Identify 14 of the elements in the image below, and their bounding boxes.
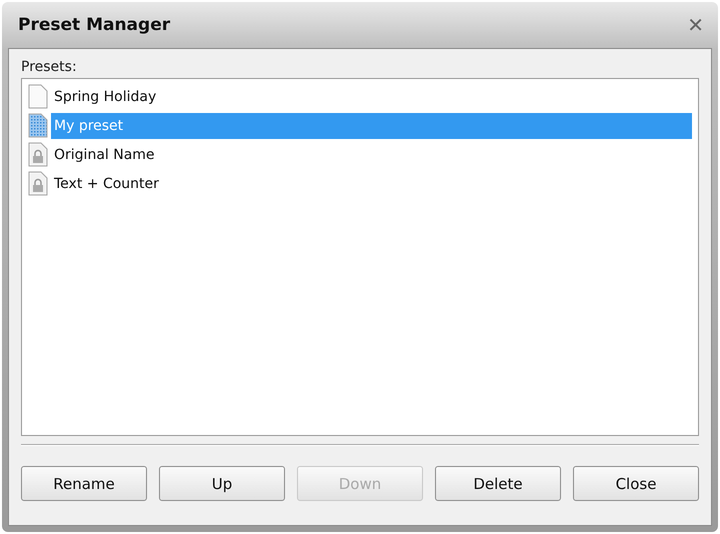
locked-document-icon <box>28 171 48 196</box>
presets-label: Presets: <box>21 59 77 75</box>
close-button[interactable]: ✕ <box>687 13 704 37</box>
dialog-button[interactable]: Close <box>573 466 699 501</box>
window-title: Preset Manager <box>18 15 170 35</box>
locked-document-icon <box>28 142 48 167</box>
document-icon <box>28 113 48 138</box>
dialog-button[interactable]: Rename <box>21 466 147 501</box>
preset-item[interactable]: Original Name <box>51 142 692 168</box>
preset-item[interactable]: Text + Counter <box>51 170 692 196</box>
preset-item[interactable]: Spring Holiday <box>51 84 692 110</box>
dialog-button[interactable]: Up <box>159 466 285 501</box>
dialog-button[interactable]: Delete <box>435 466 561 501</box>
document-icon <box>28 84 48 109</box>
